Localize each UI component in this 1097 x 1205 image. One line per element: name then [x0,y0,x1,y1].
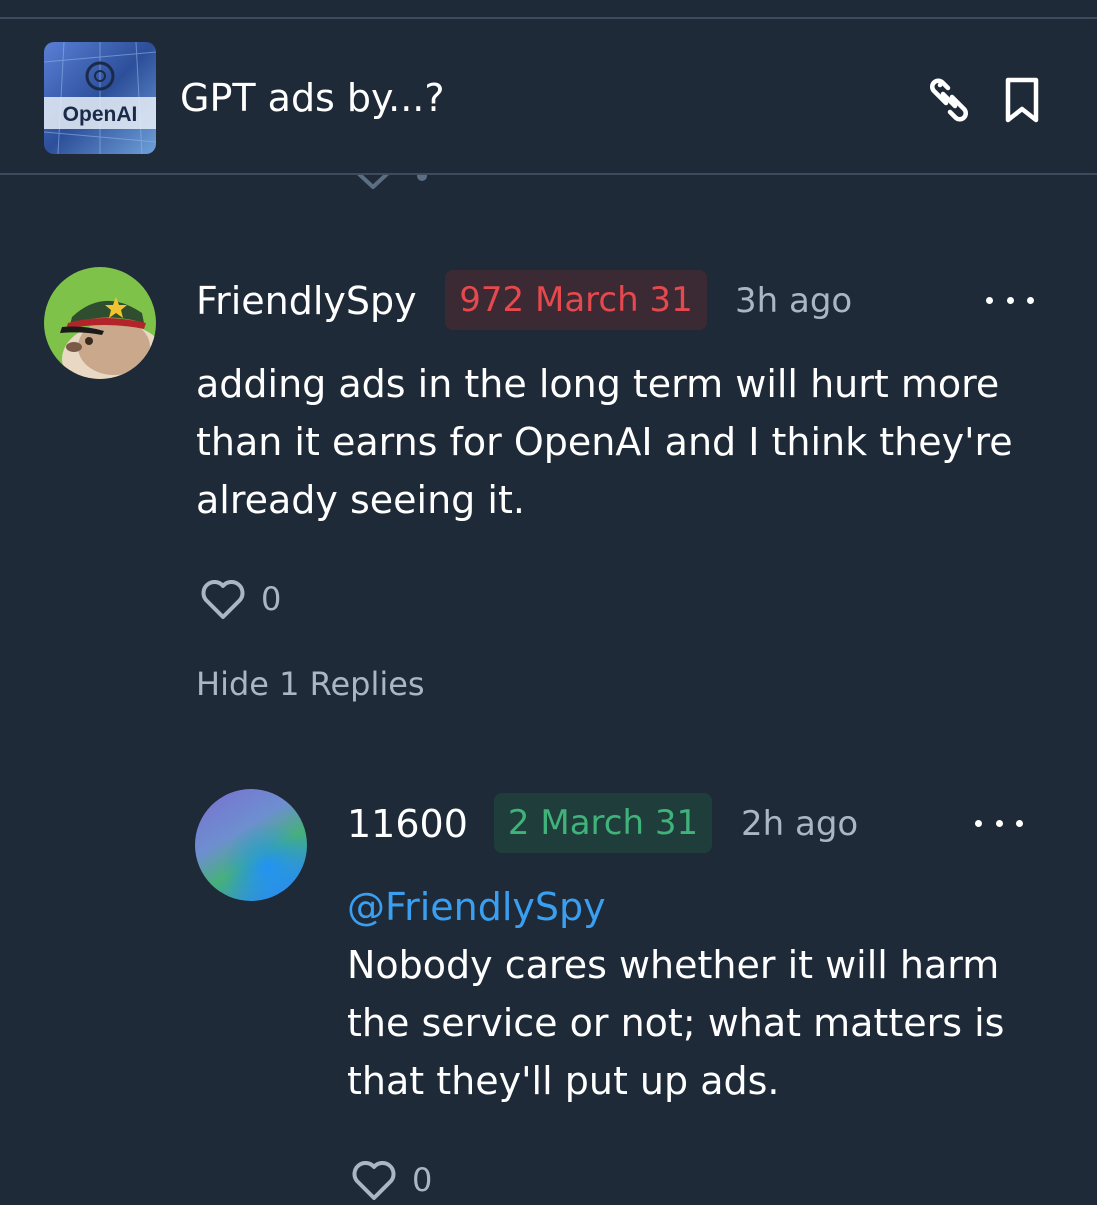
hide-replies-link[interactable]: Hide 1 Replies [196,662,425,706]
more-dot [986,296,993,304]
reply-body-line: the service or not; what matters is [347,1001,1005,1045]
post-thumbnail[interactable]: OpenAI [44,42,156,154]
status-badge: 972 March 31 [445,270,707,330]
reply-body-line: that they'll put up ads. [347,1059,780,1103]
comment-body-line: adding ads in the long term will hurt mo… [196,362,1000,406]
more-dot [995,819,1003,827]
comment-like-button[interactable]: 0 [199,574,281,624]
comment-body-line: already seeing it. [196,478,525,522]
header-divider [0,173,1097,175]
bookmark-button[interactable] [997,75,1047,125]
post-title: GPT ads by...? [180,76,445,120]
comment-more-button[interactable] [986,285,1034,315]
reply-like-button[interactable]: 0 [350,1155,432,1205]
copy-link-button[interactable] [924,75,974,125]
more-dot [975,819,982,827]
bookmark-icon [1005,77,1039,123]
avatar[interactable] [195,789,307,901]
thumbnail-text: OpenAI [63,103,138,126]
reply-timestamp: 2h ago [741,804,859,844]
reply-more-button[interactable] [975,808,1023,838]
comment-body: adding ads in the long term will hurt mo… [196,355,1013,529]
like-count: 0 [412,1161,433,1199]
comment-timestamp: 3h ago [735,281,853,321]
reply-mention-link[interactable]: @FriendlySpy [347,878,606,936]
like-count: 0 [261,580,282,618]
more-dot [1027,296,1034,304]
reply-username[interactable]: 11600 [347,800,468,848]
heart-icon [201,580,245,619]
reply-body-line: Nobody cares whether it will harm [347,943,1000,987]
reply-body: Nobody cares whether it will harm the se… [347,936,1004,1110]
status-badge: 2 March 31 [494,793,712,853]
peek-dot [417,174,427,181]
more-dot [1016,819,1023,827]
comment-username[interactable]: FriendlySpy [196,277,417,325]
comment-body-line: than it earns for OpenAI and I think the… [196,420,1013,464]
link-icon [930,78,968,122]
more-dot [1006,296,1014,304]
heart-icon [352,1161,396,1200]
avatar[interactable] [44,267,156,379]
chevron-down-icon [357,172,389,189]
